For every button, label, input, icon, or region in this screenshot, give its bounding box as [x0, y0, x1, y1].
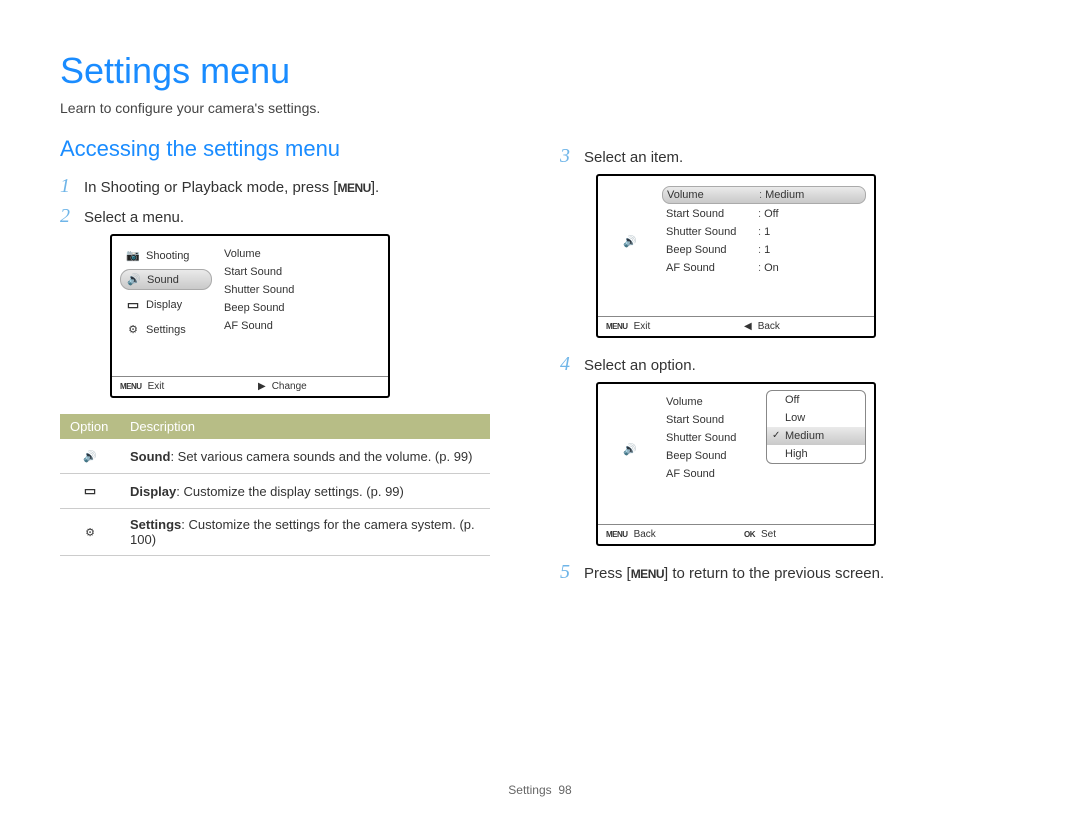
popup-option-off: Off: [767, 391, 865, 409]
step-3: 3 Select an item.: [560, 146, 1000, 166]
sound-icon: [623, 235, 637, 248]
popup-option-medium: Medium: [767, 427, 865, 445]
step-number-2: 2: [60, 206, 74, 226]
footer-set: OKSet: [736, 525, 874, 544]
device-screenshot-3: Volume Start Sound Shutter Sound Beep So…: [596, 382, 876, 546]
item: AF Sound: [662, 466, 866, 482]
menu-item-sound: Sound: [120, 269, 212, 290]
table-row: Display: Customize the display settings.…: [60, 474, 490, 509]
item-volume: VolumeMedium: [662, 186, 866, 204]
step-number-4: 4: [560, 354, 574, 374]
sound-icon: [127, 273, 141, 286]
popup-option-low: Low: [767, 409, 865, 427]
display-icon: [126, 297, 140, 313]
display-icon: [84, 482, 96, 499]
menu-item-settings: Settings: [120, 320, 212, 339]
side-sound-icon: [606, 232, 654, 251]
sound-icon: [623, 443, 637, 456]
item-beep-sound: Beep Sound1: [662, 242, 866, 258]
section-heading: Accessing the settings menu: [60, 136, 520, 162]
step-4: 4 Select an option.: [560, 354, 1000, 374]
submenu-item: Beep Sound: [220, 300, 380, 316]
side-sound-icon: [606, 440, 654, 459]
device-screenshot-2: VolumeMedium Start SoundOff Shutter Soun…: [596, 174, 876, 338]
item-af-sound: AF SoundOn: [662, 260, 866, 276]
table-row: Settings: Customize the settings for the…: [60, 509, 490, 556]
step-5-text: Press [MENU] to return to the previous s…: [584, 562, 884, 582]
submenu-item: Start Sound: [220, 264, 380, 280]
step-number-5: 5: [560, 562, 574, 582]
table-header-option: Option: [60, 414, 120, 439]
footer-change: ▶Change: [250, 377, 388, 396]
gear-icon: [126, 323, 140, 336]
page-subtitle: Learn to configure your camera's setting…: [60, 100, 1020, 116]
page-title: Settings menu: [60, 50, 1020, 92]
step-3-text: Select an item.: [584, 146, 683, 166]
option-popup: Off Low Medium High: [766, 390, 866, 464]
footer-exit: MENUExit: [598, 317, 736, 336]
menu-item-display: Display: [120, 294, 212, 316]
submenu-item: Volume: [220, 246, 380, 262]
device-screenshot-1: Shooting Sound Display Settings Volume S…: [110, 234, 390, 398]
footer-back: MENUBack: [598, 525, 736, 544]
step-1: 1 In Shooting or Playback mode, press [M…: [60, 176, 520, 196]
submenu-item: Shutter Sound: [220, 282, 380, 298]
step-number-1: 1: [60, 176, 74, 196]
item-shutter-sound: Shutter Sound1: [662, 224, 866, 240]
camera-icon: [126, 249, 140, 262]
footer-page: 98: [558, 783, 571, 797]
step-2: 2 Select a menu.: [60, 206, 520, 226]
footer-back: ◀Back: [736, 317, 874, 336]
footer-exit: MENUExit: [112, 377, 250, 396]
step-number-3: 3: [560, 146, 574, 166]
table-header-description: Description: [120, 414, 490, 439]
step-5: 5 Press [MENU] to return to the previous…: [560, 562, 1000, 582]
menu-icon: MENU: [631, 567, 664, 581]
menu-icon: MENU: [337, 181, 370, 195]
page-footer: Settings 98: [0, 783, 1080, 797]
submenu-item: AF Sound: [220, 318, 380, 334]
right-arrow-icon: ▶: [258, 381, 266, 392]
step-2-text: Select a menu.: [84, 206, 184, 226]
item-start-sound: Start SoundOff: [662, 206, 866, 222]
popup-option-high: High: [767, 445, 865, 463]
table-row: Sound: Set various camera sounds and the…: [60, 439, 490, 474]
left-arrow-icon: ◀: [744, 321, 752, 332]
step-4-text: Select an option.: [584, 354, 696, 374]
sound-icon: [83, 447, 97, 464]
step-1-text: In Shooting or Playback mode, press [MEN…: [84, 176, 379, 196]
options-table: Option Description Sound: Set various ca…: [60, 414, 490, 556]
footer-label: Settings: [508, 783, 551, 797]
menu-item-shooting: Shooting: [120, 246, 212, 265]
gear-icon: [85, 523, 95, 540]
